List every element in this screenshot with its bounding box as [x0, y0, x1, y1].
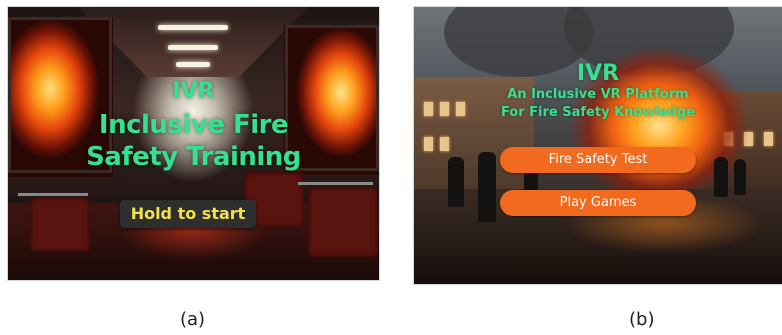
app-title: IVR [172, 79, 215, 104]
start-screen-panel: IVR Inclusive Fire Safety Training Hold … [8, 7, 379, 280]
app-subtitle-line-2: Safety Training [86, 142, 301, 172]
railing [18, 193, 88, 196]
figure-caption-b: (b) [629, 309, 655, 330]
ceiling-light [158, 25, 228, 30]
play-games-button[interactable]: Play Games [500, 190, 696, 216]
building-window [764, 132, 773, 146]
app-title: IVR [576, 61, 620, 86]
person-silhouette [714, 157, 728, 197]
figure-caption-a: (a) [180, 309, 206, 330]
burning-street-background [414, 7, 782, 284]
ceiling-light [168, 45, 218, 50]
chair [30, 197, 90, 252]
app-subtitle-line-1: An Inclusive VR Platform [507, 87, 689, 102]
app-subtitle-line-1: Inclusive Fire [98, 110, 289, 140]
chair [308, 187, 378, 257]
fire-safety-test-button[interactable]: Fire Safety Test [500, 147, 696, 173]
person-silhouette [478, 152, 496, 222]
railing [298, 182, 373, 185]
main-menu-panel: IVR An Inclusive VR Platform For Fire Sa… [414, 7, 782, 284]
building-window [440, 137, 449, 151]
building-window [424, 137, 433, 151]
app-subtitle-line-2: For Fire Safety Knowledge [500, 105, 696, 120]
hold-to-start-button[interactable]: Hold to start [120, 200, 256, 228]
ceiling-light [176, 62, 210, 67]
person-silhouette [734, 159, 746, 195]
person-silhouette [448, 157, 464, 207]
